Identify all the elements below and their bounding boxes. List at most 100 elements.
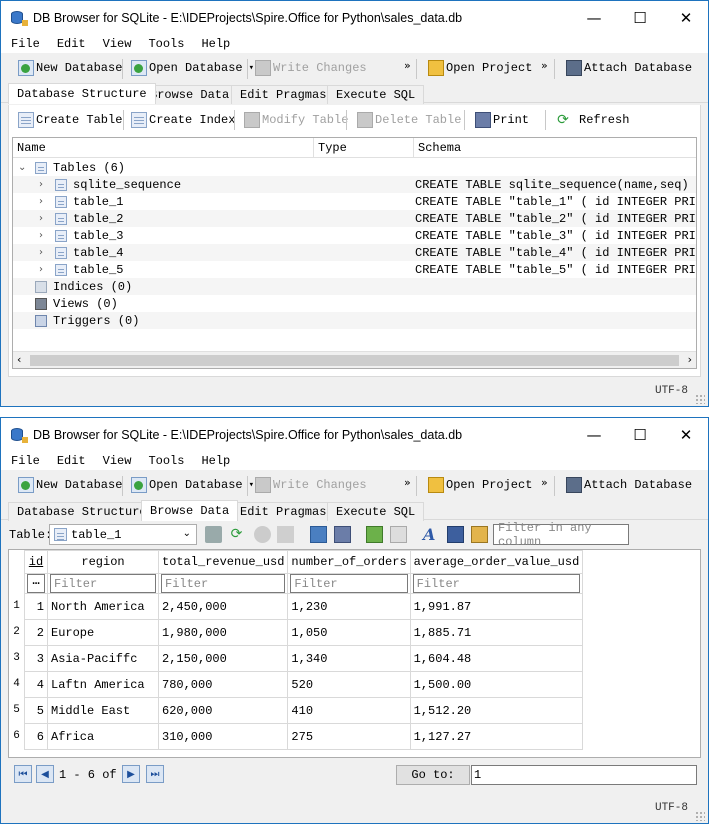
column-header-number-of-orders[interactable]: number_of_orders [287,550,411,574]
tab-database-structure[interactable]: Database Structure [8,502,156,521]
filter-any-column-input[interactable]: Filter in any column [493,521,629,549]
table-row[interactable]: 5 Middle East 620,000 410 1,512.20 [24,697,584,724]
tree-node-views[interactable]: Views (0) [13,295,696,312]
tree-node-tables[interactable]: ⌄ Tables (6) [13,159,696,176]
delete-table-button[interactable]: Delete Table [357,109,461,131]
last-page-icon[interactable]: ⏭ [146,765,164,783]
expand-icon[interactable]: › [39,213,43,224]
row-number[interactable]: 3 [9,645,24,671]
create-index-button[interactable]: Create Index [131,109,235,131]
table-row[interactable]: 1 North America 2,450,000 1,230 1,991.87 [24,593,584,620]
menu-edit[interactable]: Edit [47,37,93,51]
write-changes-button[interactable]: Write Changes [255,57,367,79]
tab-execute-sql[interactable]: Execute SQL [327,502,425,521]
toolbar-more-icon[interactable]: » [404,476,411,489]
scrollbar-thumb[interactable] [30,355,679,366]
tree-node-table[interactable]: › sqlite_sequence CREATE TABLE sqlite_se… [13,176,696,193]
sort-icon[interactable] [277,526,294,543]
minimize-button[interactable]: — [571,418,617,452]
column-header-schema[interactable]: Schema [414,138,696,158]
open-project-button[interactable]: Open Project [428,57,532,79]
filter-input-total-revenue[interactable]: Filter [157,573,289,594]
minimize-button[interactable]: — [571,1,617,35]
attach-database-button[interactable]: Attach Database [566,57,692,79]
filter-corner[interactable]: ⋯ [24,573,48,594]
tab-browse-data[interactable]: Browse Data [141,500,239,521]
format-icon[interactable] [447,526,464,543]
open-project-button[interactable]: Open Project [428,474,532,496]
tree-node-table[interactable]: › table_1 CREATE TABLE "table_1" ( id IN… [13,193,696,210]
toolbar-more-icon[interactable]: » [404,59,411,72]
column-header-total-revenue[interactable]: total_revenue_usd [157,550,289,574]
resize-grip-icon[interactable] [695,811,705,821]
table-row[interactable]: 2 Europe 1,980,000 1,050 1,885.71 [24,619,584,646]
tab-execute-sql[interactable]: Execute SQL [327,85,425,104]
tab-edit-pragmas[interactable]: Edit Pragmas [231,502,336,521]
open-database-button[interactable]: Open Database ▾ [131,474,254,496]
goto-input[interactable]: 1 [471,765,697,785]
first-page-icon[interactable]: ⏮ [14,765,32,783]
resize-grip-icon[interactable] [695,394,705,404]
maximize-button[interactable]: ☐ [617,418,663,452]
tab-database-structure[interactable]: Database Structure [8,83,156,104]
clear-filters-icon[interactable] [205,526,222,543]
next-page-icon[interactable]: ▶ [122,765,140,783]
tree-node-table[interactable]: › table_3 CREATE TABLE "table_3" ( id IN… [13,227,696,244]
table-select[interactable]: table_1 ⌄ [49,524,197,545]
table-row[interactable]: 6 Africa 310,000 275 1,127.27 [24,723,584,750]
menu-tools[interactable]: Tools [138,37,191,51]
menu-file[interactable]: File [1,37,47,51]
column-header-id[interactable]: id [24,550,48,574]
modify-table-button[interactable]: Modify Table [244,109,348,131]
open-database-dropdown-icon[interactable]: ▾ [249,480,254,490]
column-header-region[interactable]: region [47,550,159,574]
expand-icon[interactable]: › [39,230,43,241]
tree-node-table[interactable]: › table_2 CREATE TABLE "table_2" ( id IN… [13,210,696,227]
goto-button[interactable]: Go to: [396,765,470,785]
toolbar-more-icon[interactable]: » [541,476,548,489]
new-database-button[interactable]: New Database [18,57,122,79]
write-changes-button[interactable]: Write Changes [255,474,367,496]
column-header-average-order-value[interactable]: average_order_value_usd [409,550,584,574]
row-number[interactable]: 1 [9,593,24,619]
scroll-right-icon[interactable]: › [688,353,692,366]
filter-input-average-order-value[interactable]: Filter [409,573,584,594]
filter-input-region[interactable]: Filter [47,573,159,594]
column-header-type[interactable]: Type [314,138,414,158]
tree-node-table[interactable]: › table_4 CREATE TABLE "table_4" ( id IN… [13,244,696,261]
previous-page-icon[interactable]: ◀ [36,765,54,783]
row-number[interactable]: 2 [9,619,24,645]
menu-help[interactable]: Help [191,37,237,51]
column-header-name[interactable]: Name [13,138,314,158]
expand-icon[interactable]: › [39,196,43,207]
print-button[interactable]: Print [475,109,529,131]
expand-icon[interactable]: › [39,179,43,190]
menu-view[interactable]: View [93,454,139,468]
insert-record-icon[interactable] [366,526,383,543]
delete-record-icon[interactable] [390,526,407,543]
menu-view[interactable]: View [93,37,139,51]
create-table-button[interactable]: Create Table [18,109,122,131]
refresh-button[interactable]: ⟳ Refresh [555,109,629,131]
refresh-icon[interactable]: ⟳ [228,526,245,543]
close-button[interactable]: ✕ [663,1,708,35]
row-number[interactable]: 6 [9,723,24,749]
font-icon[interactable]: A [423,526,440,543]
open-database-dropdown-icon[interactable]: ▾ [249,63,254,73]
table-row[interactable]: 3 Asia-Paciffc 2,150,000 1,340 1,604.48 [24,645,584,672]
new-database-button[interactable]: New Database [18,474,122,496]
save-table-icon[interactable] [310,526,327,543]
scroll-left-icon[interactable]: ‹ [17,353,21,366]
tree-node-table[interactable]: › table_5 CREATE TABLE "table_5" ( id IN… [13,261,696,278]
tab-edit-pragmas[interactable]: Edit Pragmas [231,85,336,104]
maximize-button[interactable]: ☐ [617,1,663,35]
horizontal-scrollbar[interactable]: ‹ › [13,351,696,368]
expand-icon[interactable]: › [39,264,43,275]
tree-node-indices[interactable]: Indices (0) [13,278,696,295]
clear-sorting-icon[interactable] [254,526,271,543]
toolbar-more-icon[interactable]: » [541,59,548,72]
collapse-icon[interactable]: ⌄ [18,162,26,173]
menu-file[interactable]: File [1,454,47,468]
printer-icon[interactable] [334,526,351,543]
open-database-button[interactable]: Open Database ▾ [131,57,254,79]
